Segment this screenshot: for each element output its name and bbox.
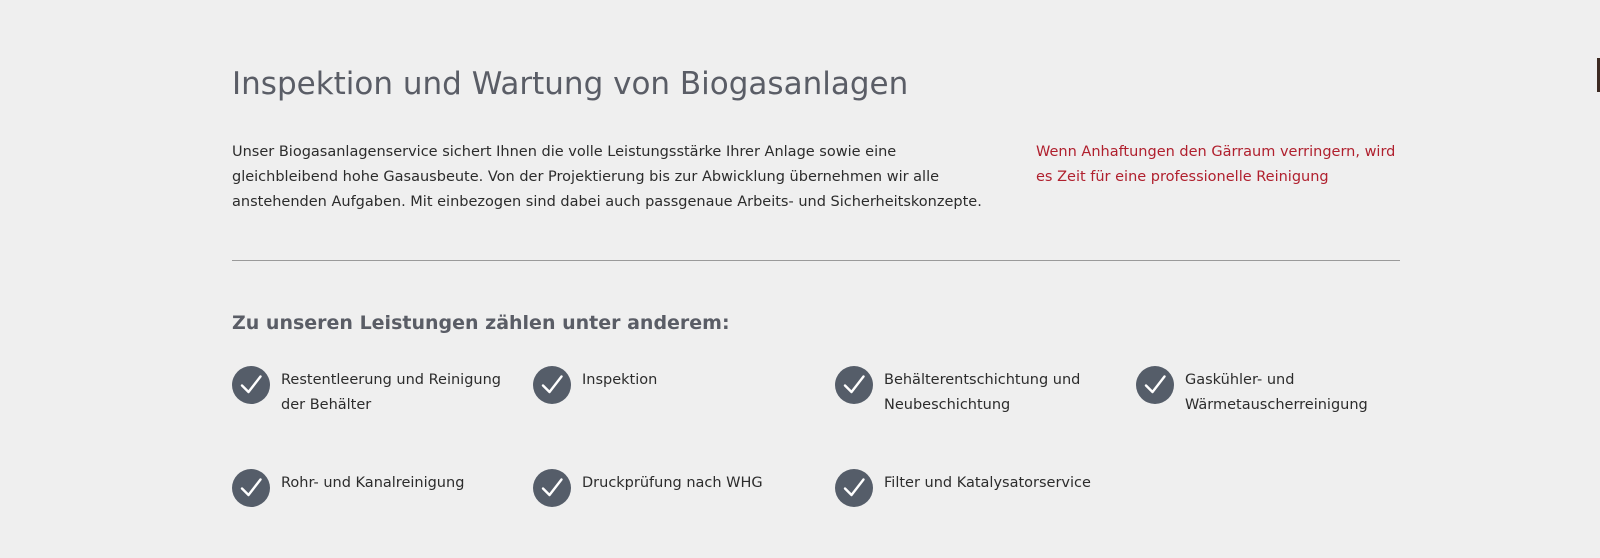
- service-item: Filter und Katalysatorservice: [835, 469, 1115, 507]
- check-icon: [835, 469, 873, 507]
- check-icon: [232, 366, 270, 404]
- check-icon: [232, 469, 270, 507]
- service-item: Inspektion: [533, 366, 813, 404]
- service-item: Restentleerung und Reinigung der Behälte…: [232, 366, 512, 418]
- service-item: Druckprüfung nach WHG: [533, 469, 813, 507]
- service-label: Behälterentschichtung und Neubeschichtun…: [884, 372, 1081, 413]
- service-label: Druckprüfung nach WHG: [582, 475, 763, 491]
- service-label: Restentleerung und Reinigung der Behälte…: [281, 372, 501, 413]
- cleaning-teaser-link[interactable]: Wenn Anhaftungen den Gärraum verringern,…: [1036, 140, 1406, 190]
- page-title: Inspektion und Wartung von Biogasanlagen: [232, 66, 909, 102]
- service-label: Rohr- und Kanalreinigung: [281, 475, 465, 491]
- services-heading: Zu unseren Leistungen zählen unter ander…: [232, 312, 730, 334]
- intro-text: Unser Biogasanlagenservice sichert Ihnen…: [232, 144, 982, 210]
- check-icon: [835, 366, 873, 404]
- service-item: Rohr- und Kanalreinigung: [232, 469, 512, 507]
- check-icon: [1136, 366, 1174, 404]
- service-label: Inspektion: [582, 372, 658, 388]
- check-icon: [533, 469, 571, 507]
- service-label: Filter und Katalysatorservice: [884, 475, 1091, 491]
- check-icon: [533, 366, 571, 404]
- service-label: Gaskühler- und Wärmetauscherreinigung: [1185, 372, 1368, 413]
- section-divider: [232, 260, 1400, 261]
- service-item: Gaskühler- und Wärmetauscherreinigung: [1136, 366, 1416, 418]
- page: Inspektion und Wartung von Biogasanlagen…: [0, 0, 1600, 558]
- service-item: Behälterentschichtung und Neubeschichtun…: [835, 366, 1115, 418]
